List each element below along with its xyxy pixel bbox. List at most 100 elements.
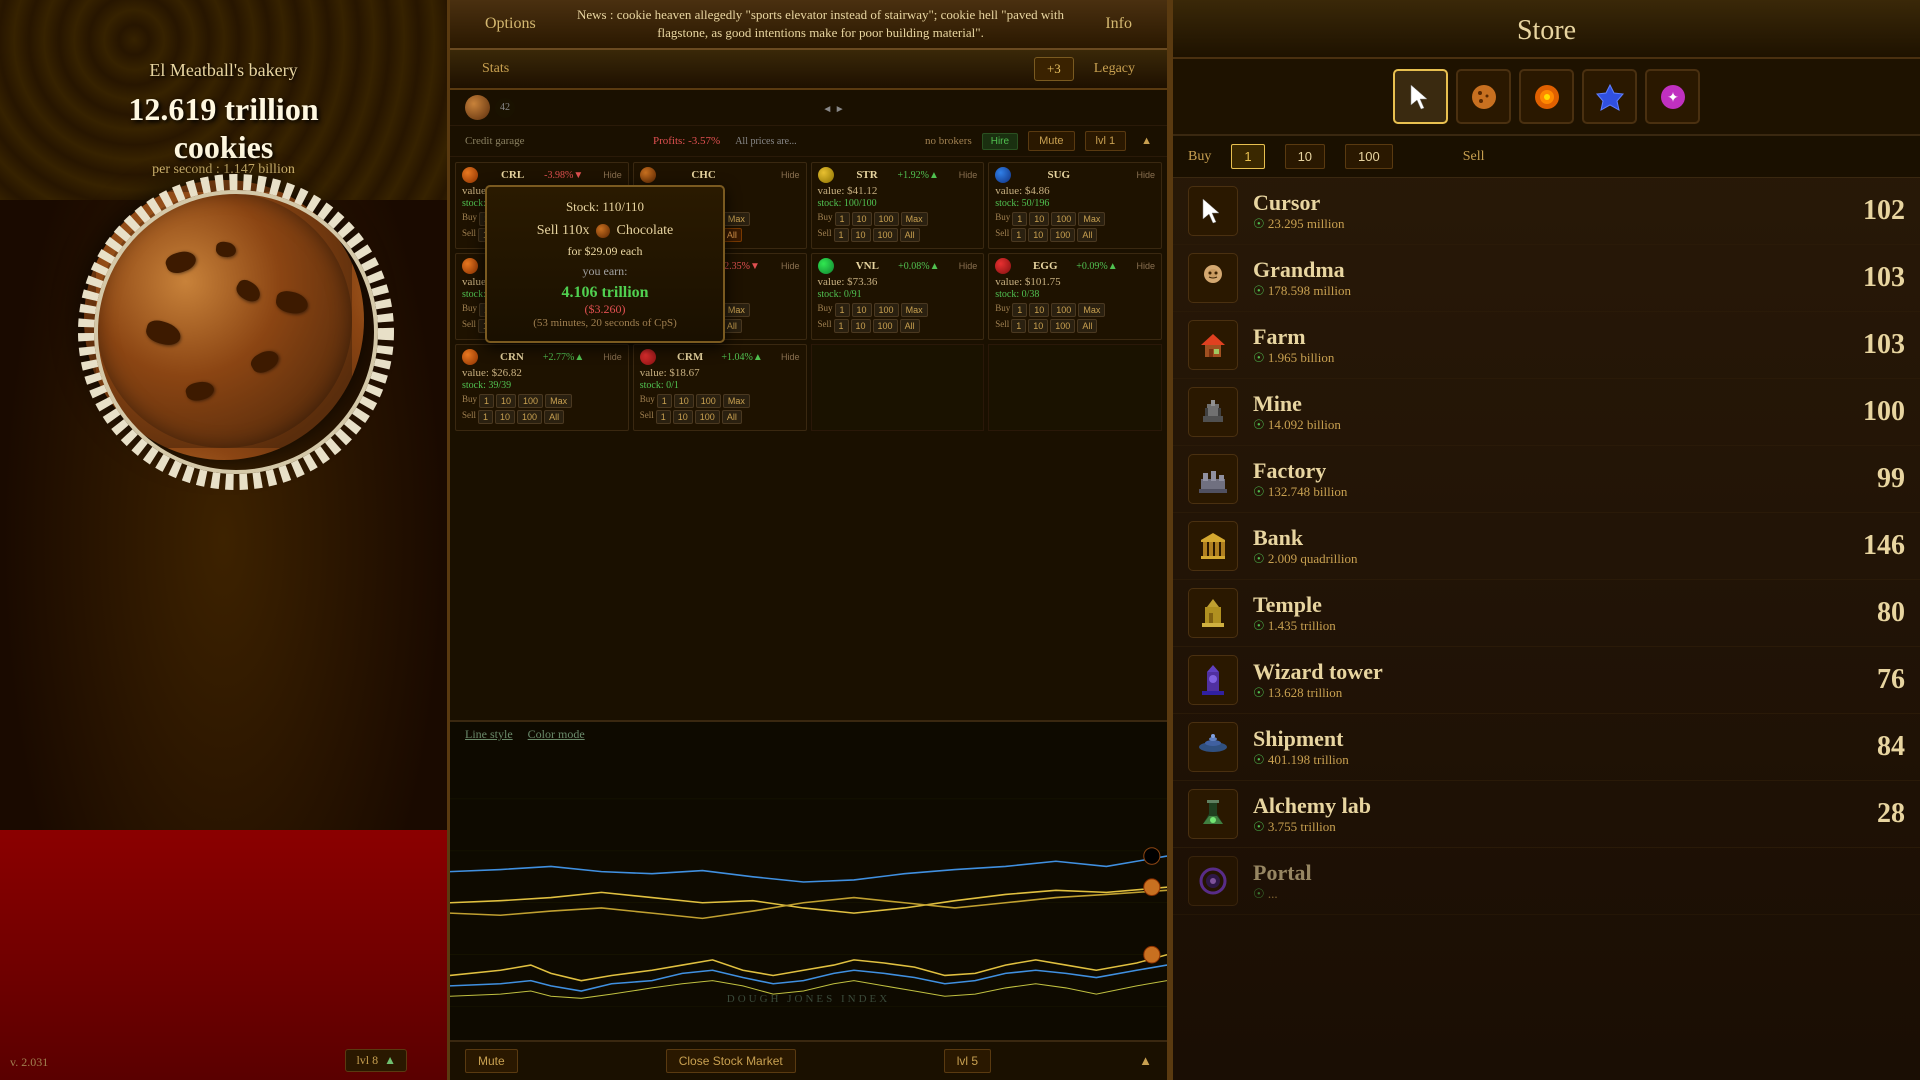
egg-sell-10[interactable]: 10 [1028, 319, 1048, 333]
vnl-buy-100[interactable]: 100 [874, 303, 899, 317]
sug-buy-1[interactable]: 1 [1012, 212, 1027, 226]
boost-category-button[interactable] [1582, 69, 1637, 124]
str-stock: stock: 100/100 [818, 198, 978, 209]
store-item-factory[interactable]: Factory ☉ 132.748 billion 99 [1173, 446, 1920, 513]
upgrade-category-button[interactable] [1519, 69, 1574, 124]
store-item-shipment[interactable]: Shipment ☉ 401.198 trillion 84 [1173, 714, 1920, 781]
farm-item-icon [1188, 320, 1238, 370]
line-style-button[interactable]: Line style [465, 727, 513, 742]
market-mute-button[interactable]: Mute [465, 1049, 518, 1073]
buy-qty-100[interactable]: 100 [1345, 144, 1393, 169]
crm-buy-10[interactable]: 10 [674, 394, 694, 408]
sug-hide[interactable]: Hide [1136, 170, 1155, 180]
vnl-buy-max[interactable]: Max [901, 303, 928, 317]
store-item-cursor[interactable]: Cursor ☉ 23.295 million 102 [1173, 178, 1920, 245]
str-sell-1[interactable]: 1 [834, 228, 849, 242]
vnl-sell-100[interactable]: 100 [873, 319, 898, 333]
stats-button[interactable]: Stats [470, 58, 521, 80]
str-sell-100[interactable]: 100 [873, 228, 898, 242]
crm-buy-max[interactable]: Max [723, 394, 750, 408]
crn-sell-100[interactable]: 100 [517, 410, 542, 424]
crm-sell-100[interactable]: 100 [695, 410, 720, 424]
cursor-category-button[interactable] [1393, 69, 1448, 124]
close-market-button[interactable]: Close Stock Market [666, 1049, 796, 1073]
str-buy-100[interactable]: 100 [874, 212, 899, 226]
egg-sell-all[interactable]: All [1077, 319, 1097, 333]
crm-hide[interactable]: Hide [781, 352, 800, 362]
egg-buy-100[interactable]: 100 [1051, 303, 1076, 317]
crm-buy-1[interactable]: 1 [657, 394, 672, 408]
store-item-temple[interactable]: Temple ☉ 1.435 trillion 80 [1173, 580, 1920, 647]
vnl-sell-all[interactable]: All [900, 319, 920, 333]
color-mode-button[interactable]: Color mode [528, 727, 585, 742]
big-cookie[interactable] [84, 180, 364, 460]
egg-buy-1[interactable]: 1 [1012, 303, 1027, 317]
sug-buy-max[interactable]: Max [1078, 212, 1105, 226]
stock-card-sug: SUG Hide value: $4.86 stock: 50/196 Buy … [988, 162, 1162, 249]
crn-buy-1[interactable]: 1 [479, 394, 494, 408]
str-sell-10[interactable]: 10 [851, 228, 871, 242]
store-item-wizard-tower[interactable]: Wizard tower ☉ 13.628 trillion 76 [1173, 647, 1920, 714]
slt-hide[interactable]: Hide [781, 261, 800, 271]
crm-sell-1[interactable]: 1 [656, 410, 671, 424]
slt-buy-max[interactable]: Max [723, 303, 750, 317]
crm-sell-10[interactable]: 10 [673, 410, 693, 424]
crn-sell-all[interactable]: All [544, 410, 564, 424]
expand-button[interactable]: ▲ [1141, 135, 1152, 147]
legacy-button[interactable]: Legacy [1082, 58, 1147, 80]
buy-qty-10[interactable]: 10 [1285, 144, 1325, 169]
sug-buy-100[interactable]: 100 [1051, 212, 1076, 226]
crn-hide[interactable]: Hide [603, 352, 622, 362]
str-sell-all[interactable]: All [900, 228, 920, 242]
sug-sell-all[interactable]: All [1077, 228, 1097, 242]
cookie-category-button[interactable] [1456, 69, 1511, 124]
str-buy-10[interactable]: 10 [852, 212, 872, 226]
chc-buy-max[interactable]: Max [723, 212, 750, 226]
buy-qty-1[interactable]: 1 [1231, 144, 1264, 169]
chc-hide[interactable]: Hide [781, 170, 800, 180]
vnl-sell-10[interactable]: 10 [851, 319, 871, 333]
egg-buy-max[interactable]: Max [1078, 303, 1105, 317]
crn-sell-1[interactable]: 1 [478, 410, 493, 424]
sug-sell-10[interactable]: 10 [1028, 228, 1048, 242]
cookie-circle[interactable] [84, 180, 364, 460]
vnl-buy-1[interactable]: 1 [835, 303, 850, 317]
egg-sell-100[interactable]: 100 [1050, 319, 1075, 333]
info-button[interactable]: Info [1090, 10, 1147, 38]
egg-sell-1[interactable]: 1 [1011, 319, 1026, 333]
tooltip-choc-icon [596, 224, 610, 238]
crl-hide[interactable]: Hide [603, 170, 622, 180]
vnl-buy-10[interactable]: 10 [852, 303, 872, 317]
sug-sell-1[interactable]: 1 [1011, 228, 1026, 242]
sug-buy-10[interactable]: 10 [1029, 212, 1049, 226]
store-item-farm[interactable]: Farm ☉ 1.965 billion 103 [1173, 312, 1920, 379]
hire-broker-button[interactable]: Hire [982, 133, 1018, 150]
store-item-mine[interactable]: Mine ☉ 14.092 billion 100 [1173, 379, 1920, 446]
store-item-alchemy-lab[interactable]: Alchemy lab ☉ 3.755 trillion 28 [1173, 781, 1920, 848]
crn-buy-10[interactable]: 10 [496, 394, 516, 408]
vnl-sell-1[interactable]: 1 [834, 319, 849, 333]
str-buy-max[interactable]: Max [901, 212, 928, 226]
chart-icon-2 [1144, 879, 1160, 896]
store-item-grandma[interactable]: Grandma ☉ 178.598 million 103 [1173, 245, 1920, 312]
crn-buy-max[interactable]: Max [545, 394, 572, 408]
egg-buy-10[interactable]: 10 [1029, 303, 1049, 317]
egg-icon [995, 258, 1011, 274]
crn-sell-10[interactable]: 10 [495, 410, 515, 424]
broker-bar: Credit garage Profits: -3.57% All prices… [450, 126, 1167, 157]
mute-button[interactable]: Mute [1028, 131, 1074, 151]
crn-buy-100[interactable]: 100 [518, 394, 543, 408]
market-expand-button[interactable]: ▲ [1139, 1053, 1152, 1069]
store-item-bank[interactable]: Bank ☉ 2.009 quadrillion 146 [1173, 513, 1920, 580]
news-ticker: News : cookie heaven allegedly "sports e… [551, 6, 1091, 42]
options-button[interactable]: Options [470, 10, 551, 38]
vnl-hide[interactable]: Hide [959, 261, 978, 271]
store-item-portal[interactable]: Portal ☉ ... [1173, 848, 1920, 915]
egg-hide[interactable]: Hide [1136, 261, 1155, 271]
str-hide[interactable]: Hide [959, 170, 978, 180]
crm-sell-all[interactable]: All [722, 410, 742, 424]
str-buy-1[interactable]: 1 [835, 212, 850, 226]
special-category-button[interactable]: ✦ [1645, 69, 1700, 124]
sug-sell-100[interactable]: 100 [1050, 228, 1075, 242]
crm-buy-100[interactable]: 100 [696, 394, 721, 408]
